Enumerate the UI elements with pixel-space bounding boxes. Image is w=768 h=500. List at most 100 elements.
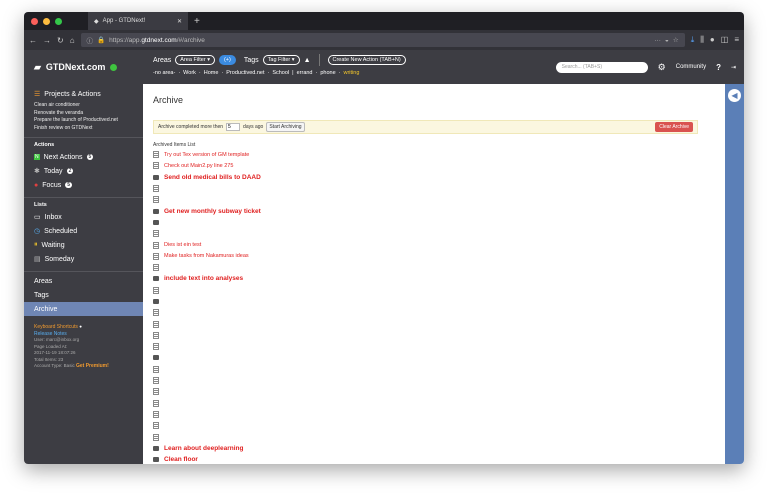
context-filter-item[interactable]: Home — [204, 70, 219, 76]
project-item[interactable]: Finish review on GTDNext — [34, 125, 133, 133]
close-tab-icon[interactable]: ✕ — [177, 18, 182, 25]
action-list-icon — [153, 422, 159, 430]
archived-item-row[interactable] — [153, 352, 715, 363]
project-item[interactable]: Renovate the veranda — [34, 110, 133, 118]
close-window-button[interactable] — [31, 17, 38, 25]
archived-item-row[interactable] — [153, 307, 715, 318]
archived-item-row[interactable] — [153, 341, 715, 352]
archived-item-row[interactable] — [153, 183, 715, 194]
browser-tab[interactable]: ◆ App - GTDNext! ✕ — [88, 12, 188, 30]
context-filter-item[interactable]: Productived.net — [226, 70, 264, 76]
logout-icon[interactable]: ⇥ — [731, 64, 736, 71]
archived-item-row[interactable]: Clean floor — [153, 454, 715, 464]
archived-item-row[interactable] — [153, 217, 715, 228]
library-icon[interactable]: ⫼ — [700, 35, 704, 45]
archived-item-text: Send old medical bills to DAAD — [164, 173, 261, 181]
sidebar-item-inbox[interactable]: ▭ Inbox — [24, 210, 143, 224]
project-folder-icon — [153, 445, 159, 451]
archived-item-row[interactable]: Dies ist ein test — [153, 239, 715, 250]
expand-panel-icon[interactable]: ◀ — [728, 89, 741, 102]
area-filter-dropdown[interactable]: Area Filter ▾ — [175, 55, 215, 65]
archived-item-row[interactable] — [153, 262, 715, 273]
archived-item-row[interactable] — [153, 330, 715, 341]
sidebar-item-tags[interactable]: Tags — [24, 288, 143, 302]
archived-item-row[interactable]: Learn about deeplearning — [153, 443, 715, 454]
archived-item-row[interactable]: Check out Main2.py line 275 — [153, 160, 715, 171]
context-filter-item[interactable]: Work — [183, 70, 196, 76]
sidebar-item-today[interactable]: ✱ Today 2 — [24, 164, 143, 178]
sidebar-item-next-actions[interactable]: N Next Actions 5 — [24, 150, 143, 164]
toggle-icon[interactable]: ● — [79, 324, 82, 329]
area-add-button[interactable]: (+) — [218, 55, 236, 65]
archived-item-row[interactable] — [153, 420, 715, 431]
archived-item-row[interactable] — [153, 318, 715, 329]
sidebar-item-someday[interactable]: ▤ Someday — [24, 252, 143, 266]
extension-icon[interactable]: ● — [710, 35, 715, 45]
settings-gear-icon[interactable]: ⚙ — [658, 62, 666, 73]
context-filter-item[interactable]: phone — [320, 70, 335, 76]
start-archiving-button[interactable]: Start Archiving — [266, 122, 305, 132]
help-button[interactable]: ? — [716, 63, 721, 72]
sidebar-item-waiting[interactable]: ⏸ Waiting — [24, 238, 143, 252]
reload-icon[interactable]: ↻ — [57, 36, 64, 45]
sidebar-toggle-icon[interactable]: ◫ — [721, 35, 729, 45]
sidebar-item-label: Archive — [34, 305, 58, 313]
info-icon[interactable]: ⓘ — [87, 35, 94, 45]
sidebar-item-areas[interactable]: Areas — [24, 274, 143, 288]
search-input[interactable]: Search... (TAB+S) — [555, 61, 648, 73]
archive-text-suffix: days ago — [243, 124, 264, 130]
sidebar-item-focus[interactable]: ● Focus 5 — [24, 178, 143, 192]
archived-item-row[interactable]: Send old medical bills to DAAD — [153, 172, 715, 183]
archived-item-row[interactable] — [153, 285, 715, 296]
pocket-icon[interactable]: ◒ — [665, 37, 669, 44]
context-filter-item[interactable]: writing — [343, 70, 359, 76]
archived-item-row[interactable]: include text into analyses — [153, 273, 715, 284]
archived-item-row[interactable] — [153, 409, 715, 420]
menu-icon[interactable]: ≡ — [734, 35, 739, 45]
sidebar-item-label: Scheduled — [44, 227, 78, 235]
archive-days-input[interactable] — [226, 123, 241, 131]
context-filter-item[interactable]: errand — [297, 70, 313, 76]
project-item[interactable]: Prepare the launch of Productived.net — [34, 117, 133, 125]
archived-item-row[interactable]: Get new monthly subway ticket — [153, 205, 715, 216]
archived-item-row[interactable] — [153, 398, 715, 409]
project-item[interactable]: Clean air conditioner — [34, 102, 133, 110]
context-filter-item[interactable]: School — [272, 70, 289, 76]
projects-actions-link[interactable]: ☰ Projects & Actions — [34, 90, 133, 99]
clear-archive-button[interactable]: Clear Archive — [655, 122, 693, 132]
action-list-icon — [153, 264, 159, 272]
create-action-button[interactable]: Create New Action (TAB+N) — [327, 55, 406, 65]
forward-icon[interactable]: → — [43, 36, 51, 45]
home-icon[interactable]: ⌂ — [70, 36, 75, 45]
archived-item-row[interactable] — [153, 386, 715, 397]
archived-item-row[interactable] — [153, 228, 715, 239]
archived-item-row[interactable] — [153, 375, 715, 386]
bookmark-star-icon[interactable]: ☆ — [673, 36, 679, 44]
online-status-icon — [110, 63, 118, 71]
keyboard-shortcuts-link[interactable]: Keyboard Shortcuts — [34, 324, 78, 330]
archived-item-row[interactable]: Make tasks from Nakamuras ideas — [153, 251, 715, 262]
action-list-icon — [153, 162, 159, 170]
archived-item-row[interactable] — [153, 431, 715, 442]
minimize-window-button[interactable] — [43, 17, 50, 25]
community-link[interactable]: Community — [676, 64, 706, 70]
sidebar-item-archive[interactable]: Archive — [24, 302, 143, 316]
action-list-icon — [153, 388, 159, 396]
new-tab-button[interactable]: + — [194, 16, 200, 27]
context-filter-item[interactable]: -no area- — [153, 70, 175, 76]
download-icon[interactable]: ⤓ — [691, 35, 695, 45]
page-actions-icon[interactable]: ··· — [654, 37, 661, 44]
brand[interactable]: ▰ GTDNext.com — [24, 50, 143, 84]
tag-filter-dropdown[interactable]: Tag Filter ▾ — [262, 55, 300, 65]
archived-item-row[interactable] — [153, 296, 715, 307]
archived-item-row[interactable]: Try out Tex version of GM template — [153, 149, 715, 160]
archived-item-text: Learn about deeplearning — [164, 444, 244, 452]
collapse-up-icon[interactable]: ▲ — [304, 57, 311, 64]
sidebar-item-scheduled[interactable]: ◷ Scheduled — [24, 224, 143, 238]
archived-item-row[interactable] — [153, 194, 715, 205]
maximize-window-button[interactable] — [55, 17, 62, 25]
get-premium-link[interactable]: Get Premium! — [76, 363, 109, 369]
archived-item-row[interactable] — [153, 364, 715, 375]
back-icon[interactable]: ← — [29, 36, 37, 45]
url-field[interactable]: ⓘ 🔒 https://app.gtdnext.com/#/archive ··… — [80, 33, 685, 47]
